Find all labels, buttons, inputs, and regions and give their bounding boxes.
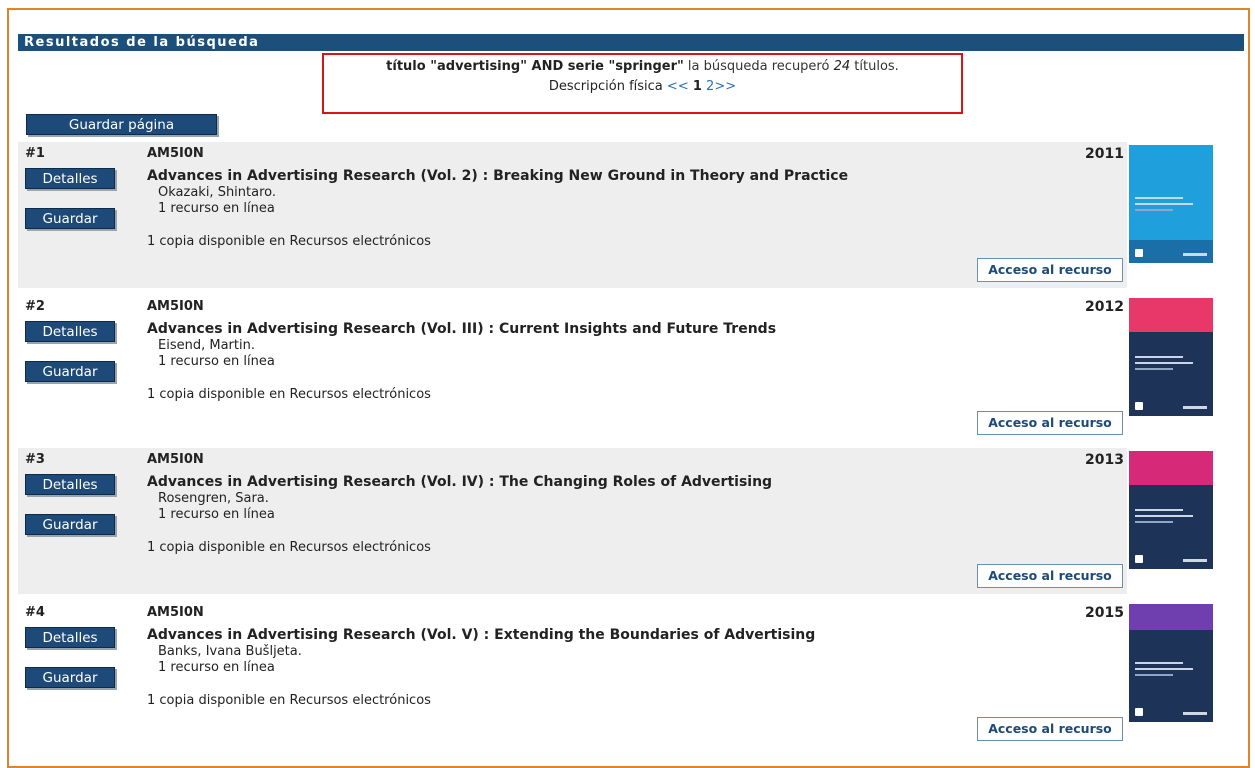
record-title[interactable]: Advances in Advertising Research (Vol. I… xyxy=(147,321,776,337)
record-number: #3 xyxy=(25,452,45,467)
pagination: Descripción física << 1 2>> xyxy=(324,79,961,94)
save-record-button[interactable]: Guardar xyxy=(25,361,115,382)
record-online: 1 recurso en línea xyxy=(158,201,275,216)
details-button[interactable]: Detalles xyxy=(25,168,115,189)
record-author: Eisend, Martin. xyxy=(158,338,255,353)
record-author: Rosengren, Sara. xyxy=(158,491,269,506)
record-number: #4 xyxy=(25,605,45,620)
current-page: 1 xyxy=(692,79,702,94)
result-row: #4 AM5I0N 2015 Advances in Advertising Rese… xyxy=(18,601,1127,747)
record-online: 1 recurso en línea xyxy=(158,660,275,675)
prev-page-link[interactable]: << xyxy=(667,79,689,94)
record-number: #2 xyxy=(25,299,45,314)
query-text-after: títulos. xyxy=(854,59,899,74)
query-text-before: la búsqueda recuperó xyxy=(687,59,830,74)
result-row: #1 AM5I0N 2011 Advances in Advertising Rese… xyxy=(18,142,1127,288)
call-number: AM5I0N xyxy=(147,299,204,314)
call-number: AM5I0N xyxy=(147,452,204,467)
save-record-button[interactable]: Guardar xyxy=(25,667,115,688)
record-author: Okazaki, Shintaro. xyxy=(158,185,277,200)
sort-label: Descripción física xyxy=(548,79,663,94)
record-title[interactable]: Advances in Advertising Research (Vol. V… xyxy=(147,627,815,643)
record-online: 1 recurso en línea xyxy=(158,507,275,522)
record-copies: 1 copia disponible en Recursos electróni… xyxy=(147,540,431,555)
book-cover-image xyxy=(1129,298,1213,416)
call-number: AM5I0N xyxy=(147,605,204,620)
record-title[interactable]: Advances in Advertising Research (Vol. 2… xyxy=(147,168,848,184)
book-cover-image xyxy=(1129,451,1213,569)
record-year: 2013 xyxy=(1085,452,1124,468)
result-row: #3 AM5I0N 2013 Advances in Advertising Rese… xyxy=(18,448,1127,594)
access-resource-button[interactable]: Acceso al recurso xyxy=(977,564,1123,588)
query-expression: título "advertising" AND serie "springer… xyxy=(386,59,684,74)
access-resource-button[interactable]: Acceso al recurso xyxy=(977,258,1123,282)
query-line: título "advertising" AND serie "springer… xyxy=(324,59,961,74)
details-button[interactable]: Detalles xyxy=(25,474,115,495)
record-copies: 1 copia disponible en Recursos electróni… xyxy=(147,693,431,708)
details-button[interactable]: Detalles xyxy=(25,627,115,648)
record-year: 2015 xyxy=(1085,605,1124,621)
record-copies: 1 copia disponible en Recursos electróni… xyxy=(147,387,431,402)
query-summary: título "advertising" AND serie "springer… xyxy=(322,53,963,114)
book-cover-image xyxy=(1129,604,1213,722)
details-button[interactable]: Detalles xyxy=(25,321,115,342)
result-row: #2 AM5I0N 2012 Advances in Advertising Rese… xyxy=(18,295,1127,441)
save-record-button[interactable]: Guardar xyxy=(25,208,115,229)
save-page-button[interactable]: Guardar página xyxy=(26,114,217,135)
book-cover-image xyxy=(1129,145,1213,263)
record-year: 2012 xyxy=(1085,299,1124,315)
record-author: Banks, Ivana Bušljeta. xyxy=(158,644,302,659)
results-header: Resultados de la búsqueda xyxy=(18,34,1244,51)
next-page-link[interactable]: >> xyxy=(714,79,736,94)
access-resource-button[interactable]: Acceso al recurso xyxy=(977,411,1123,435)
record-online: 1 recurso en línea xyxy=(158,354,275,369)
record-year: 2011 xyxy=(1085,146,1124,162)
access-resource-button[interactable]: Acceso al recurso xyxy=(977,717,1123,741)
record-title[interactable]: Advances in Advertising Research (Vol. I… xyxy=(147,474,772,490)
result-count: 24 xyxy=(833,59,851,74)
save-record-button[interactable]: Guardar xyxy=(25,514,115,535)
record-copies: 1 copia disponible en Recursos electróni… xyxy=(147,234,431,249)
record-number: #1 xyxy=(25,146,45,161)
call-number: AM5I0N xyxy=(147,146,204,161)
